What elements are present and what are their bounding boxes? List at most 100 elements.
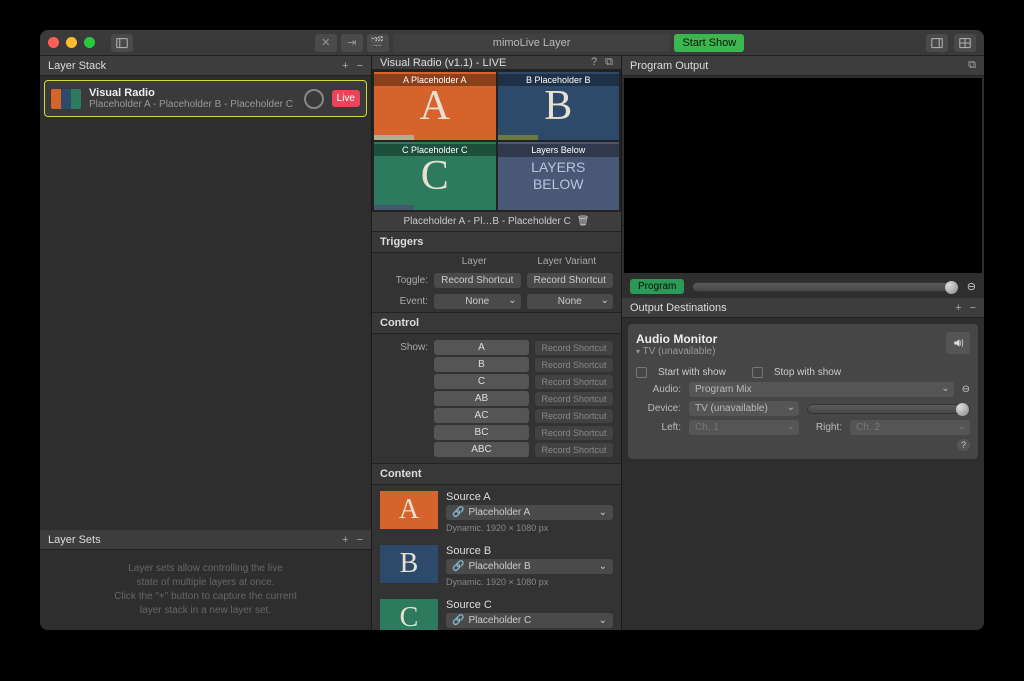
start-with-show-checkbox[interactable] <box>636 367 647 378</box>
document-title: mimoLive Layer <box>393 34 671 52</box>
show-ac-shortcut[interactable]: Record Shortcut <box>535 409 613 423</box>
right-channel-select[interactable]: Ch. 2 <box>850 420 970 435</box>
layer-item[interactable]: Visual Radio Placeholder A - Placeholder… <box>44 80 367 117</box>
device-select[interactable]: TV (unavailable) <box>689 401 799 416</box>
preview-cell-layers[interactable]: Layers Below LAYERS BELOW <box>498 142 620 210</box>
remove-layer-button[interactable]: − <box>357 60 363 72</box>
output-destinations-label: Output Destinations <box>630 302 727 314</box>
clapper-icon[interactable]: 🎬 <box>367 34 389 52</box>
preview-cell-b[interactable]: B Placeholder BB <box>498 72 620 140</box>
help-icon[interactable]: ? <box>591 56 597 69</box>
popout-icon[interactable]: ⧉ <box>605 56 613 69</box>
right-column: Program Output ⧉ Program ⊖ Output Destin… <box>622 56 984 630</box>
left-channel-select[interactable]: Ch. 1 <box>689 420 799 435</box>
minimize-window-button[interactable] <box>66 37 77 48</box>
popout-program-icon[interactable]: ⧉ <box>968 59 976 72</box>
close-window-button[interactable] <box>48 37 59 48</box>
preview-cell-c[interactable]: C Placeholder CC <box>374 142 496 210</box>
audio-monitor-panel: Audio Monitor ▾ TV (unavailable) Start w… <box>628 324 978 459</box>
show-a-shortcut[interactable]: Record Shortcut <box>535 341 613 355</box>
content-title: Source A <box>446 491 613 503</box>
add-layer-button[interactable]: + <box>342 60 348 72</box>
event-layer-select[interactable]: None <box>434 294 521 309</box>
layer-item-title: Visual Radio <box>89 87 296 99</box>
program-output-label: Program Output <box>630 60 708 72</box>
sidebar-toggle-icon[interactable] <box>111 34 133 52</box>
program-output-header: Program Output ⧉ <box>622 56 984 76</box>
content-source: CSource C🔗 Placeholder C ⌄ <box>372 593 621 630</box>
show-c-button[interactable]: C <box>434 374 529 389</box>
device-volume-slider[interactable] <box>807 404 970 414</box>
layer-sets-label: Layer Sets <box>48 534 101 546</box>
content-thumb: C <box>380 599 438 630</box>
content-source-select[interactable]: 🔗 Placeholder C ⌄ <box>446 613 613 628</box>
content-source: ASource A🔗 Placeholder A ⌄Dynamic. 1920 … <box>372 485 621 539</box>
event-variant-select[interactable]: None <box>527 294 614 309</box>
show-a-button[interactable]: A <box>434 340 529 355</box>
layer-sets-empty-text: Layer sets allow controlling the live st… <box>40 550 371 630</box>
volume-knob[interactable] <box>304 89 324 109</box>
content-source: B Source B 🔗 Placeholder B ⌄ Dynamic. 1920 … <box>372 539 621 593</box>
remove-layerset-button[interactable]: − <box>357 534 363 546</box>
titlebar: ✕ ⇥ 🎬 mimoLive Layer Start Show <box>40 30 984 56</box>
content-source-select[interactable]: 🔗 Placeholder A ⌄ <box>446 505 613 520</box>
layer-item-subtitle: Placeholder A - Placeholder B - Placehol… <box>89 99 296 110</box>
layer-sets-header: Layer Sets + − <box>40 530 371 550</box>
right-channel-label: Right: <box>807 422 842 433</box>
content-thumb: B <box>380 545 438 583</box>
add-layerset-button[interactable]: + <box>342 534 348 546</box>
speaker-icon[interactable] <box>946 332 970 354</box>
program-output-preview <box>624 78 982 273</box>
start-show-button[interactable]: Start Show <box>674 34 744 52</box>
preview-grid: A Placeholder AA B Placeholder BB C Plac… <box>372 70 621 212</box>
minus-icon[interactable]: ⊖ <box>967 280 976 293</box>
content-source-select[interactable]: 🔗 Placeholder B ⌄ <box>446 559 613 574</box>
traffic-lights <box>48 37 95 48</box>
toggle-label: Toggle: <box>380 275 428 286</box>
audio-help-icon[interactable]: ? <box>957 439 970 451</box>
remove-output-button[interactable]: − <box>970 302 976 314</box>
show-ab-shortcut[interactable]: Record Shortcut <box>535 392 613 406</box>
content-meta: Dynamic. 1920 × 1080 px <box>446 577 613 587</box>
show-c-shortcut[interactable]: Record Shortcut <box>535 375 613 389</box>
toggle-layer-shortcut[interactable]: Record Shortcut <box>434 273 521 288</box>
toggle-variant-shortcut[interactable]: Record Shortcut <box>527 273 614 288</box>
left-column: Layer Stack + − Visual Radio Placeholder… <box>40 56 372 630</box>
layer-stack-label: Layer Stack <box>48 60 106 72</box>
maximize-window-button[interactable] <box>84 37 95 48</box>
show-bc-shortcut[interactable]: Record Shortcut <box>535 426 613 440</box>
preview-cell-a[interactable]: A Placeholder AA <box>374 72 496 140</box>
show-abc-shortcut[interactable]: Record Shortcut <box>535 443 613 457</box>
show-b-shortcut[interactable]: Record Shortcut <box>535 358 613 372</box>
shuffle-icon[interactable]: ✕ <box>315 34 337 52</box>
audio-monitor-subtitle: TV (unavailable) <box>643 346 716 357</box>
stop-with-show-checkbox[interactable] <box>752 367 763 378</box>
show-ac-button[interactable]: AC <box>434 408 529 423</box>
show-bc-button[interactable]: BC <box>434 425 529 440</box>
content-thumb: A <box>380 491 438 529</box>
trash-icon[interactable]: 🗑 <box>577 216 590 227</box>
audio-label: Audio: <box>636 384 681 395</box>
show-b-button[interactable]: B <box>434 357 529 372</box>
middle-column: Visual Radio (v1.1) - LIVE ? ⧉ A Placeho… <box>372 56 622 630</box>
audio-select[interactable]: Program Mix <box>689 382 954 397</box>
program-scrub-slider[interactable] <box>692 282 958 292</box>
event-label: Event: <box>380 296 428 307</box>
forward-icon[interactable]: ⇥ <box>341 34 363 52</box>
output-destinations-header: Output Destinations + − <box>622 298 984 318</box>
show-abc-button[interactable]: ABC <box>434 442 529 457</box>
program-badge[interactable]: Program <box>630 279 684 294</box>
show-ab-button[interactable]: AB <box>434 391 529 406</box>
add-output-button[interactable]: + <box>955 302 961 314</box>
grid-icon[interactable] <box>954 34 976 52</box>
panel-right-icon[interactable] <box>926 34 948 52</box>
trigger-col-layer: Layer <box>428 256 521 267</box>
content-title: Source B <box>446 545 613 557</box>
stop-with-show-label: Stop with show <box>774 367 841 378</box>
live-badge[interactable]: Live <box>332 90 360 107</box>
audio-remove-icon[interactable]: ⊖ <box>962 384 970 395</box>
layer-detail-header: Visual Radio (v1.1) - LIVE ? ⧉ <box>372 56 621 70</box>
layer-stack-header: Layer Stack + − <box>40 56 371 76</box>
app-window: ✕ ⇥ 🎬 mimoLive Layer Start Show Layer St… <box>40 30 984 630</box>
device-label: Device: <box>636 403 681 414</box>
